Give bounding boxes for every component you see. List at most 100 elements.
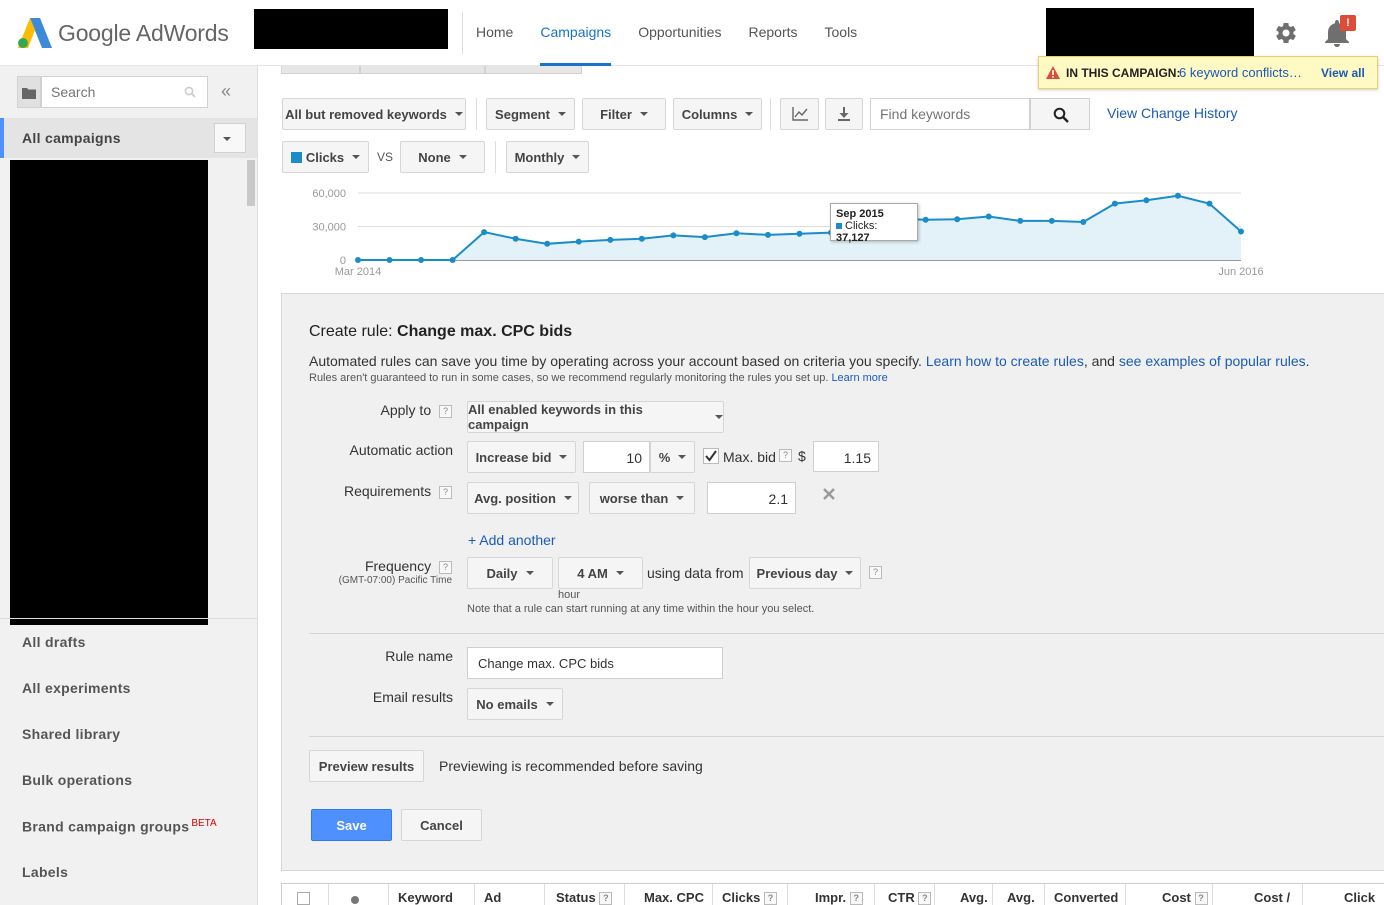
tab-stub-1[interactable] — [281, 66, 360, 74]
columns-button[interactable]: Columns — [673, 98, 762, 130]
toggle-graph-button[interactable] — [780, 98, 819, 130]
column-divider — [1212, 884, 1213, 905]
period-selector[interactable]: Monthly — [506, 141, 589, 173]
column-header-avg-cpc[interactable]: Avg. — [960, 890, 988, 905]
chart-data-point — [1080, 219, 1087, 226]
section-divider — [309, 736, 1384, 737]
column-header-max-cpc[interactable]: Max. CPC — [644, 890, 704, 905]
all-campaigns-dropdown[interactable] — [214, 123, 246, 153]
add-another-link[interactable]: + Add another — [468, 532, 556, 548]
popular-rules-link[interactable]: see examples of popular rules — [1119, 353, 1306, 369]
sidebar-item-shared-library[interactable]: Shared library — [22, 726, 120, 742]
requirement-metric-dropdown[interactable]: Avg. position — [467, 482, 579, 514]
nav-tools[interactable]: Tools — [825, 0, 858, 66]
email-results-dropdown[interactable]: No emails — [467, 688, 563, 720]
frequency-dropdown[interactable]: Daily — [467, 557, 553, 589]
view-change-history-link[interactable]: View Change History — [1107, 105, 1237, 121]
column-header-cost[interactable]: Cost ? — [1162, 890, 1208, 905]
column-divider — [1125, 884, 1126, 905]
nav-campaigns[interactable]: Campaigns — [540, 0, 612, 66]
sidebar-item-all-experiments[interactable]: All experiments — [22, 680, 131, 696]
rule-name-input[interactable]: Change max. CPC bids — [467, 647, 723, 679]
learn-create-rules-link[interactable]: Learn how to create rules — [926, 353, 1084, 369]
search-icon[interactable] — [184, 86, 196, 98]
find-keywords-button[interactable] — [1030, 98, 1090, 130]
column-header-impr[interactable]: Impr. ? — [815, 890, 863, 905]
help-icon[interactable]: ? — [1194, 892, 1208, 905]
column-header-status[interactable]: Status ? — [556, 890, 613, 905]
find-keywords-input[interactable] — [871, 99, 1021, 129]
action-unit-dropdown[interactable]: % — [650, 441, 695, 473]
gear-icon[interactable] — [1274, 21, 1298, 45]
cancel-button[interactable]: Cancel — [401, 809, 482, 841]
column-header-converted[interactable]: Converted — [1054, 890, 1118, 905]
tab-stub-2[interactable] — [360, 66, 485, 74]
tab-stub-3[interactable] — [485, 66, 582, 74]
sidebar-item-bulk-operations[interactable]: Bulk operations — [22, 772, 132, 788]
max-bid-checkbox[interactable] — [703, 448, 719, 464]
download-button[interactable] — [825, 98, 863, 130]
keyword-status-filter[interactable]: All but removed keywords — [282, 98, 466, 130]
column-divider — [1302, 884, 1303, 905]
help-icon[interactable]: ? — [869, 566, 882, 579]
learn-more-link[interactable]: Learn more — [831, 372, 887, 384]
help-icon[interactable]: ? — [849, 892, 863, 905]
nav-reports[interactable]: Reports — [748, 0, 797, 66]
column-header-cost-per[interactable]: Cost / — [1254, 890, 1290, 905]
all-campaigns-item[interactable]: All campaigns — [0, 118, 257, 158]
column-header-ctr[interactable]: CTR ? — [888, 890, 932, 905]
folder-toggle-button[interactable] — [17, 76, 41, 108]
chart-y-tick-label: 60,000 — [312, 188, 346, 200]
save-button[interactable]: Save — [311, 809, 392, 841]
close-icon[interactable] — [823, 488, 835, 500]
action-type-dropdown[interactable]: Increase bid — [467, 441, 576, 473]
column-header-avg-cost[interactable]: Avg. — [1007, 890, 1035, 905]
sidebar-item-all-drafts[interactable]: All drafts — [22, 634, 86, 650]
account-selector-redacted[interactable] — [254, 9, 448, 49]
line-chart-icon — [791, 107, 808, 121]
filter-button[interactable]: Filter — [582, 98, 666, 130]
view-all-link[interactable]: View all — [1321, 66, 1365, 80]
chart-data-point — [449, 257, 456, 263]
column-header-click[interactable]: Click — [1344, 890, 1375, 905]
help-icon[interactable]: ? — [439, 404, 452, 418]
column-header-ad[interactable]: Ad — [484, 890, 501, 905]
help-icon[interactable]: ? — [763, 892, 777, 905]
sidebar-search-input[interactable] — [42, 77, 172, 107]
sidebar-item-brand-campaign-groups[interactable]: Brand campaign groups BETA — [22, 818, 217, 835]
column-header-keyword[interactable]: Keyword — [398, 890, 453, 905]
adwords-logo[interactable]: Google AdWords — [18, 16, 229, 50]
column-header-clicks[interactable]: Clicks ? — [722, 890, 777, 905]
data-range-dropdown[interactable]: Previous day — [749, 557, 861, 589]
help-icon[interactable]: ? — [918, 892, 932, 905]
chevron-down-icon — [715, 415, 723, 419]
sidebar-scrollbar-thumb[interactable] — [247, 160, 255, 206]
tooltip-value: 37,127 — [836, 232, 870, 244]
sidebar-scrollbar[interactable] — [245, 160, 257, 618]
requirement-operator-dropdown[interactable]: worse than — [589, 482, 695, 514]
rule-note-text: Rules aren't guaranteed to run in some c… — [309, 372, 829, 384]
sidebar-item-labels[interactable]: Labels — [22, 864, 68, 880]
nav-opportunities[interactable]: Opportunities — [638, 0, 721, 66]
apply-to-dropdown[interactable]: All enabled keywords in this campaign — [467, 401, 724, 433]
column-header-cost-label: Cost — [1162, 890, 1191, 905]
help-icon[interactable]: ? — [779, 449, 792, 462]
select-all-checkbox[interactable] — [297, 892, 310, 905]
metric1-selector[interactable]: Clicks — [282, 141, 369, 173]
keyword-conflicts-link[interactable]: 6 keyword conflicts… — [1179, 65, 1302, 80]
preview-results-button[interactable]: Preview results — [309, 750, 424, 782]
nav-home[interactable]: Home — [476, 0, 513, 66]
metric2-selector[interactable]: None — [400, 141, 485, 173]
max-bid-input[interactable]: 1.15 — [813, 441, 879, 472]
help-icon[interactable]: ? — [439, 560, 452, 574]
notification-badge[interactable]: ! — [1340, 15, 1356, 31]
clicks-chart[interactable]: 60,00030,0000Mar 2014 Jun 2016 — [282, 180, 1282, 285]
action-amount-input[interactable]: 10 — [583, 441, 650, 473]
hour-dropdown[interactable]: 4 AM — [558, 557, 643, 589]
sidebar-search — [41, 76, 208, 108]
requirement-value-input[interactable]: 2.1 — [707, 482, 796, 514]
help-icon[interactable]: ? — [439, 485, 452, 499]
segment-button[interactable]: Segment — [486, 98, 575, 130]
collapse-sidebar-button[interactable]: « — [221, 81, 231, 102]
help-icon[interactable]: ? — [599, 892, 613, 905]
